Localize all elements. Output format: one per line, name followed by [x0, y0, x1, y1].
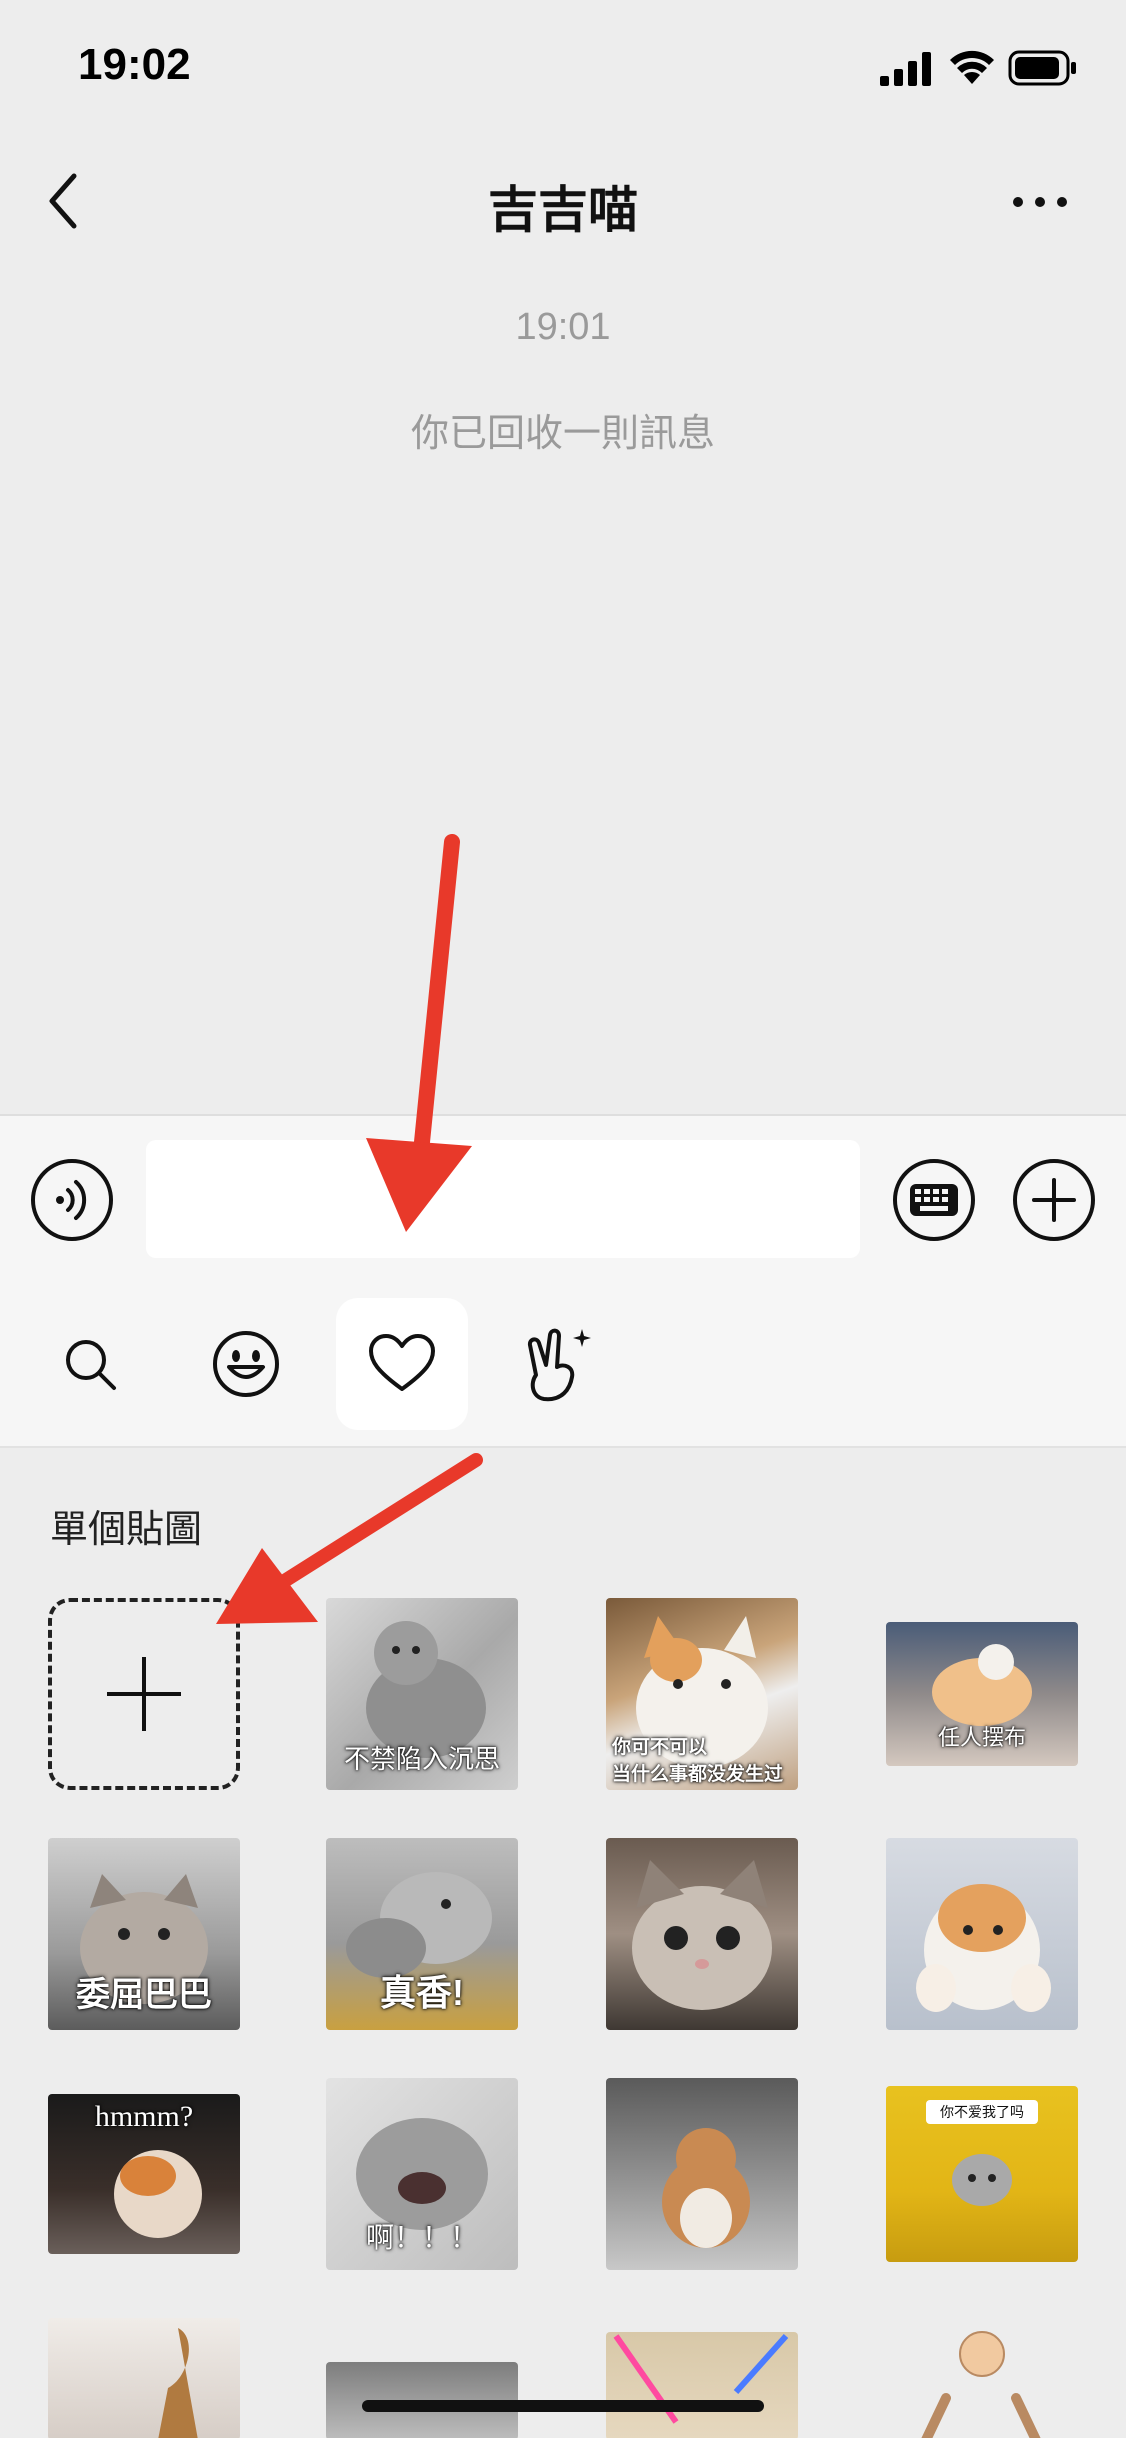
plus-icon — [107, 1657, 181, 1731]
sticker-item[interactable]: 啊！！！ — [326, 2078, 518, 2270]
tab-search[interactable] — [24, 1298, 156, 1430]
sticker-caption: 你不爱我了吗 — [926, 2100, 1038, 2124]
section-title: 單個貼圖 — [50, 1509, 203, 1551]
system-message: 你已回收一則訊息 — [410, 413, 715, 455]
sticker-item[interactable]: 不禁陷入沉思 — [326, 1598, 518, 1790]
sticker-item[interactable]: 你可不可以 当什么事都没发生过 — [606, 1598, 798, 1790]
sticker-item[interactable] — [606, 1838, 798, 2030]
cat-photo — [916, 1884, 1051, 2012]
message-input[interactable] — [146, 1140, 860, 1258]
cat-photo — [613, 2334, 789, 2424]
tab-stickers[interactable] — [492, 1298, 624, 1430]
plus-circle-icon[interactable] — [1012, 1158, 1096, 1242]
search-icon — [66, 1340, 116, 1390]
sticker-item[interactable] — [606, 2332, 798, 2438]
voice-icon[interactable] — [30, 1158, 114, 1242]
tab-emoji[interactable] — [180, 1298, 312, 1430]
more-dots-icon[interactable] — [1010, 182, 1070, 222]
keyboard-icon[interactable] — [892, 1158, 976, 1242]
cat-photo — [632, 1860, 772, 2010]
message-timestamp: 19:01 — [515, 306, 611, 348]
sticker-caption: 不禁陷入沉思 — [343, 1745, 500, 1774]
sticker-caption: 委屈巴巴 — [76, 1976, 212, 2014]
chat-title: 吉吉喵 — [488, 182, 638, 238]
wifi-icon — [950, 50, 994, 84]
signal-icon — [880, 52, 931, 86]
sticker-caption: hmmm? — [94, 2100, 194, 2133]
sticker-item[interactable] — [48, 2318, 240, 2438]
sticker-item[interactable]: 真香! — [326, 1838, 518, 2030]
chat-header: 吉吉喵 — [0, 130, 1126, 270]
sticker-caption: 啊！！！ — [365, 2222, 478, 2253]
sticker-caption: 你可不可以 当什么事都没发生过 — [612, 1737, 784, 1785]
tab-favorites[interactable] — [336, 1298, 468, 1430]
cat-photo — [662, 2128, 750, 2248]
sticker-item[interactable]: hmmm? — [48, 2094, 240, 2254]
battery-icon — [1008, 50, 1076, 86]
status-bar: 19:02 — [0, 0, 1126, 130]
sticker-item[interactable]: 委屈巴巴 — [48, 1838, 240, 2030]
sticker-item[interactable] — [886, 2328, 1078, 2438]
sticker-gesture-icon — [527, 1328, 591, 1402]
add-sticker-button[interactable] — [48, 1598, 240, 1790]
home-indicator[interactable] — [362, 2400, 764, 2412]
sticker-caption: 任人摆布 — [937, 1725, 1026, 1750]
sticker-item[interactable] — [886, 1838, 1078, 2030]
hand-gesture-sticker — [921, 2331, 1041, 2438]
sticker-panel: 單個貼圖 不禁陷入沉思 你可不可以 当什么事都没发生过 任人摆布 委屈巴巴 真香… — [0, 1446, 1126, 2438]
sticker-item[interactable] — [606, 2078, 798, 2270]
sticker-item[interactable]: 任人摆布 — [886, 1622, 1078, 1766]
sticker-caption: 真香! — [380, 1972, 464, 2013]
emoji-tabs — [0, 1292, 1126, 1430]
status-time: 19:02 — [78, 40, 191, 89]
heart-icon — [369, 1334, 435, 1391]
input-area — [0, 1114, 1126, 1446]
cat-photo — [158, 2328, 198, 2438]
emoji-face-icon — [213, 1331, 279, 1397]
sticker-item[interactable]: 你不爱我了吗 — [886, 2086, 1078, 2262]
